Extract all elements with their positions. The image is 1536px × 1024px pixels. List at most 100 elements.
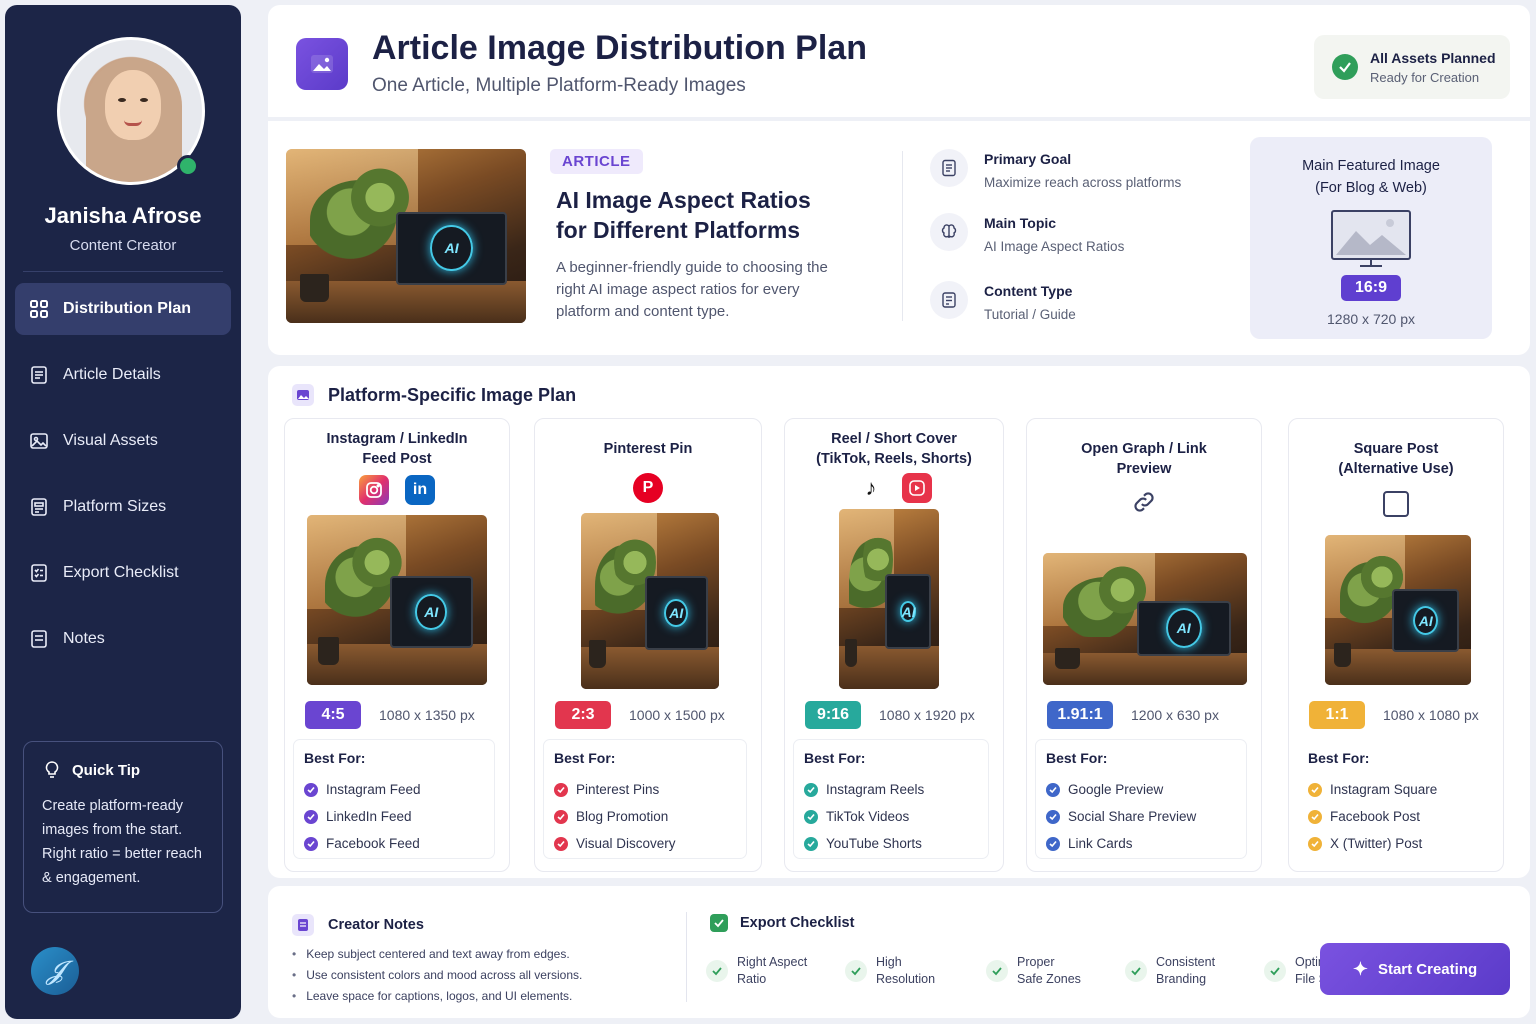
platform-icons [1027,487,1261,517]
check-icon [804,836,818,851]
platform-card-title: Reel / Short Cover (TikTok, Reels, Short… [785,429,1003,469]
platform-card-pinterest[interactable]: Pinterest Pin P AI 2:3 1000 x 1500 px Be… [534,418,762,872]
list-icon [930,281,968,319]
sidebar-item-distribution-plan[interactable]: Distribution Plan [15,283,231,335]
creator-notes-title-text: Creator Notes [328,917,424,933]
best-for-item: LinkedIn Feed [326,809,412,824]
best-for-item: Visual Discovery [576,836,676,851]
sidebar-divider [23,271,223,272]
best-for-item: Instagram Feed [326,782,421,797]
check-icon [1332,54,1358,80]
best-for-item: YouTube Shorts [826,836,922,851]
meta-value: Maximize reach across platforms [984,175,1182,190]
quick-tip-title: Quick Tip [72,761,141,779]
sidebar-item-notes[interactable]: Notes [15,613,231,665]
sparkle-icon: ✦ [1352,958,1368,979]
ratio-chip: 4:5 [305,701,361,729]
notes-icon [292,914,314,936]
best-for-item: Instagram Square [1330,782,1438,797]
meta-content-type: Content Type Tutorial / Guide [930,281,1210,322]
image-icon [296,38,348,90]
document-icon [29,365,49,385]
checklist-item[interactable]: Consistent Branding [1125,954,1238,988]
platform-preview-image: AI [1043,553,1247,685]
sidebar-item-export-checklist[interactable]: Export Checklist [15,547,231,599]
link-icon [1129,487,1159,517]
checklist-line: High [876,955,902,969]
check-icon [986,960,1008,982]
export-checklist-title: Export Checklist [710,914,854,932]
user-name: Janisha Afrose [44,203,202,228]
platform-preview-image: AI [839,509,939,689]
ratio-size: 1000 x 1500 px [629,707,725,723]
brand-logo[interactable]: 𝓙 [31,947,79,995]
article-title: AI Image Aspect Ratios for Different Pla… [556,185,876,245]
best-for-item: Instagram Reels [826,782,925,797]
platform-card-title-line: (Alternative Use) [1338,461,1454,477]
platform-preview-image: AI [307,515,487,685]
image-icon [29,431,49,451]
checklist-item[interactable]: Proper Safe Zones [986,954,1099,988]
export-checklist: Right Aspect Ratio High Resolution Proper S… [706,954,1365,988]
list-item: Leave space for captions, logos, and UI … [292,986,582,1007]
document-icon [930,149,968,187]
platform-card-title-line: Pinterest Pin [603,441,693,457]
sidebar-nav: Distribution Plan Article Details Visual… [15,283,231,679]
notes-icon [29,629,49,649]
best-for-item: Facebook Feed [326,836,420,851]
image-icon [292,384,314,406]
check-icon [1308,809,1322,824]
checklist-item[interactable]: High Resolution [845,954,960,988]
check-icon [804,782,818,797]
platform-preview-image: AI [1325,535,1471,685]
platform-card-reel-short[interactable]: Reel / Short Cover (TikTok, Reels, Short… [784,418,1004,872]
featured-title-line: Main Featured Image [1302,158,1440,174]
list-item: LinkedIn Feed [304,803,484,830]
avatar[interactable] [57,37,205,185]
creator-notes-list: Keep subject centered and text away from… [292,944,582,1007]
list-item: Keep subject centered and text away from… [292,944,582,965]
checklist-line: Consistent [1156,955,1216,969]
list-item: Facebook Feed [304,830,484,857]
ratio-chip: 16:9 [1340,275,1402,301]
platform-card-title-line: Square Post [1353,441,1439,457]
article-badge: ARTICLE [550,149,643,174]
reels-icon [902,473,932,503]
brain-icon [930,213,968,251]
platform-card-title: Pinterest Pin [535,439,761,459]
instagram-icon [359,475,389,505]
platform-card-square-post[interactable]: Square Post (Alternative Use) AI 1:1 108… [1288,418,1504,872]
featured-image-spec[interactable]: Main Featured Image (For Blog & Web) 16:… [1250,137,1492,339]
platform-card-open-graph[interactable]: Open Graph / Link Preview AI 1.91:1 1200… [1026,418,1262,872]
check-icon [1125,960,1147,982]
checklist-item-label: High Resolution [876,954,960,988]
check-icon [554,836,568,851]
best-for-item: Social Share Preview [1068,809,1197,824]
start-creating-button[interactable]: ✦ Start Creating [1320,943,1510,995]
check-icon [304,809,318,824]
check-icon [1264,960,1286,982]
best-for-box: Best For: Google Preview Social Share Pr… [1035,739,1247,859]
list-item: Google Preview [1046,776,1236,803]
sidebar-item-visual-assets[interactable]: Visual Assets [15,415,231,467]
list-item: Pinterest Pins [554,776,736,803]
ratio-row: 1:1 1080 x 1080 px [1309,701,1479,729]
best-for-item: X (Twitter) Post [1330,836,1423,851]
ai-logo-text: AI [1176,620,1191,637]
meta-value: AI Image Aspect Ratios [984,239,1125,254]
platform-card-instagram-linkedin[interactable]: Instagram / LinkedIn Feed Post in AI 4:5… [284,418,510,872]
pinterest-icon: P [633,473,663,503]
list-item: Instagram Feed [304,776,484,803]
sidebar-item-platform-sizes[interactable]: Platform Sizes [15,481,231,533]
sidebar-item-article-details[interactable]: Article Details [15,349,231,401]
check-icon [304,782,318,797]
checklist-item[interactable]: Right Aspect Ratio [706,954,819,988]
checklist-line: Resolution [876,972,936,986]
check-icon [1308,782,1322,797]
grid-icon [29,299,49,319]
best-for-title: Best For: [1308,750,1370,766]
checklist-line: Proper [1017,955,1055,969]
ratio-chip: 1:1 [1309,701,1365,729]
sizes-icon [29,497,49,517]
status-title: All Assets Planned [1370,49,1496,66]
